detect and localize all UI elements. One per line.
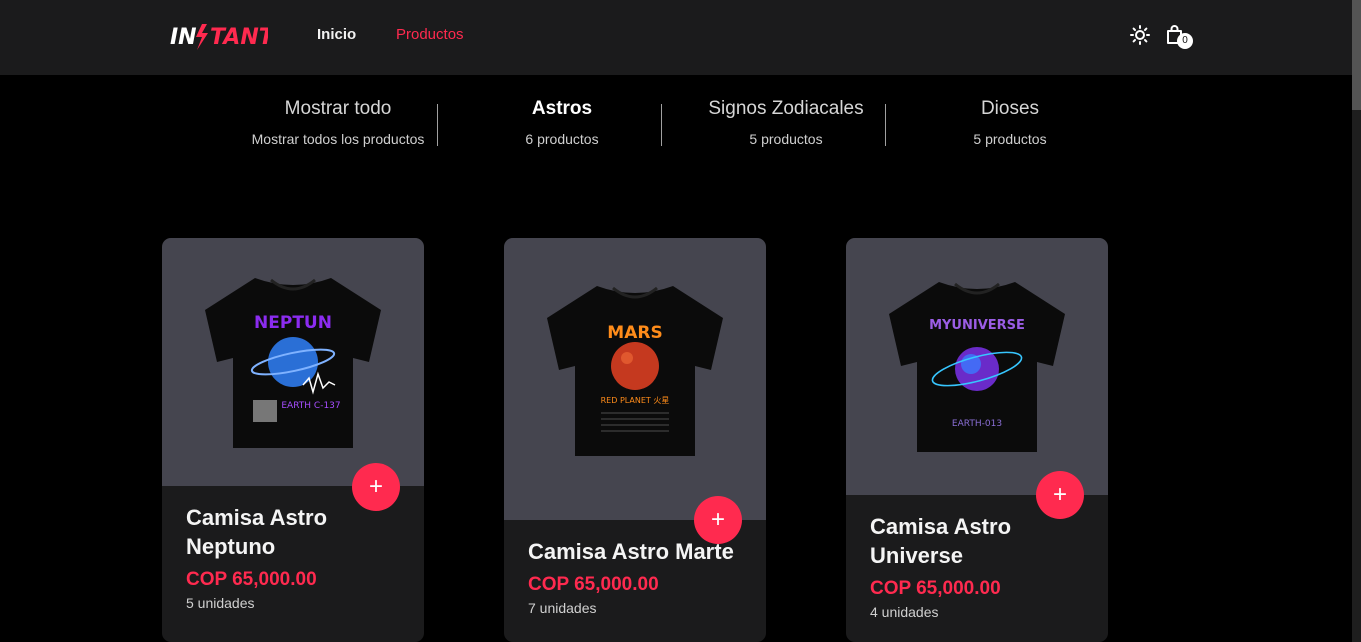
top-header: IN TANT Inicio Productos 0: [0, 0, 1352, 75]
product-image-area[interactable]: MARS RED PLANET 火星: [504, 238, 766, 520]
tshirt-mars-image: MARS RED PLANET 火星: [547, 286, 723, 456]
category-subtitle: 5 productos: [749, 131, 823, 147]
category-dioses[interactable]: Dioses 5 productos: [898, 98, 1122, 147]
sun-icon[interactable]: [1129, 24, 1151, 46]
category-title: Signos Zodiacales: [708, 98, 864, 119]
print-footer: EARTH C-137: [281, 401, 340, 411]
product-name: Camisa Astro Universe: [870, 514, 1012, 568]
category-astros[interactable]: Astros 6 productos: [450, 98, 674, 147]
print-footer: EARTH-013: [952, 419, 1002, 429]
logo-text-tant: TANT: [210, 25, 268, 50]
print-title: MYUNIVERSE: [929, 318, 1025, 333]
logo-bolt-icon: [196, 24, 208, 50]
product-name: Camisa Astro Marte: [528, 539, 734, 564]
instant-logo[interactable]: IN TANT: [168, 20, 268, 52]
category-title: Astros: [531, 98, 593, 119]
category-subtitle: Mostrar todos los productos: [251, 131, 425, 147]
tshirt-neptune-image: NEPTUN EARTH C-137: [205, 278, 381, 448]
category-mostrar-todo[interactable]: Mostrar todo Mostrar todos los productos: [226, 98, 450, 147]
print-title: NEPTUN: [254, 313, 332, 333]
product-card-marte[interactable]: MARS RED PLANET 火星 + Camisa Astro Marte …: [504, 238, 766, 642]
product-image-area[interactable]: NEPTUN EARTH C-137: [162, 238, 424, 486]
tshirt-universe-image: MYUNIVERSE EARTH-013: [889, 282, 1065, 452]
product-card-neptuno[interactable]: NEPTUN EARTH C-137 + Camisa Astro Neptun…: [162, 238, 424, 642]
product-units: 4 unidades: [870, 604, 939, 620]
category-divider: [885, 104, 886, 146]
product-price: COP 65,000.00: [186, 569, 317, 590]
nav-productos[interactable]: Productos: [396, 26, 464, 43]
category-subtitle: 6 productos: [525, 131, 599, 147]
product-image-area[interactable]: MYUNIVERSE EARTH-013: [846, 238, 1108, 495]
print-title: MARS: [607, 323, 662, 343]
category-signos-zodiacales[interactable]: Signos Zodiacales 5 productos: [674, 98, 898, 147]
category-subtitle: 5 productos: [973, 131, 1047, 147]
product-price: COP 65,000.00: [870, 578, 1001, 599]
product-units: 5 unidades: [186, 595, 255, 611]
category-title: Dioses: [980, 98, 1040, 119]
product-card-universe[interactable]: MYUNIVERSE EARTH-013 + Camisa Astro Univ…: [846, 238, 1108, 642]
nav-inicio[interactable]: Inicio: [317, 26, 356, 43]
cart-count-badge: 0: [1177, 33, 1193, 49]
print-footer: RED PLANET 火星: [601, 396, 670, 405]
product-units: 7 unidades: [528, 600, 597, 616]
scrollbar-thumb[interactable]: [1352, 0, 1361, 110]
product-name: Camisa Astro Neptuno: [186, 505, 328, 559]
category-title: Mostrar todo: [284, 98, 392, 119]
product-price: COP 65,000.00: [528, 574, 659, 595]
category-divider: [661, 104, 662, 146]
category-divider: [437, 104, 438, 146]
logo-text-in: IN: [170, 25, 197, 50]
